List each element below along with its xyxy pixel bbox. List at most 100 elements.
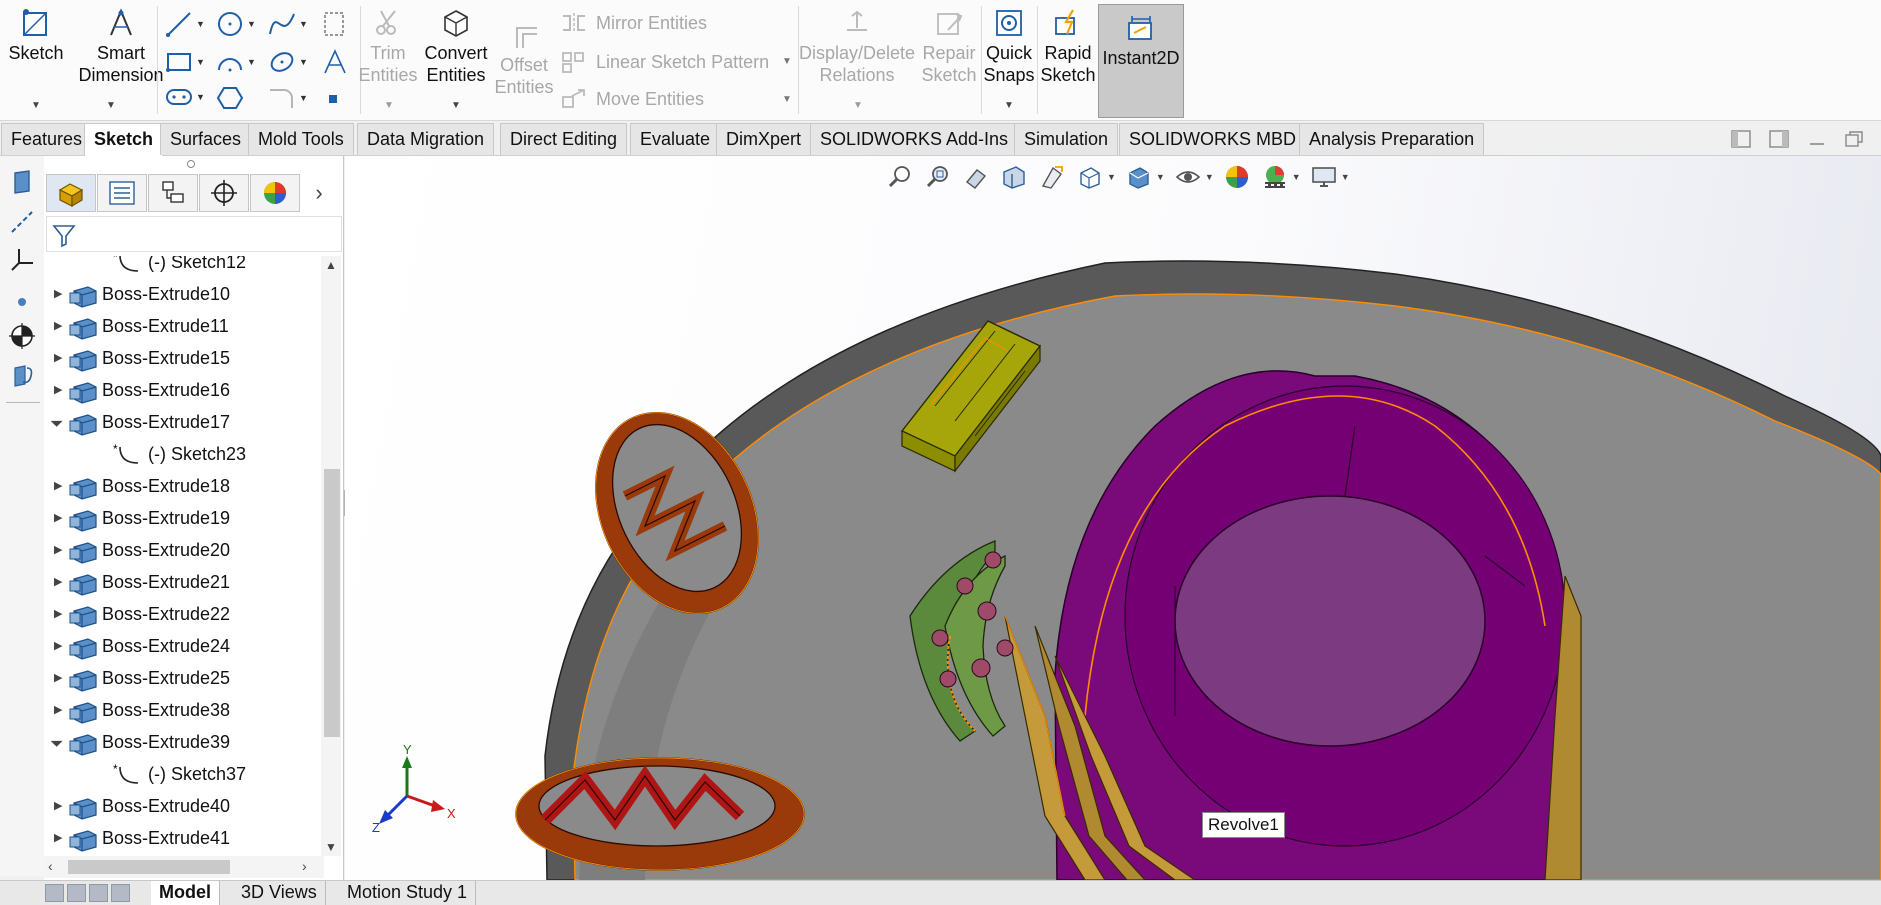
tab-model[interactable]: Model (151, 881, 220, 905)
tile-right-icon[interactable] (1768, 129, 1790, 149)
tab-sketch[interactable]: Sketch (84, 123, 164, 157)
tree-vertical-scrollbar[interactable]: ▲ ▼ (321, 256, 341, 856)
mirror-entities-button[interactable]: Mirror Entities (560, 12, 707, 34)
relations-dropdown-icon[interactable]: ▼ (853, 100, 863, 111)
tab-solidworks-mbd[interactable]: SOLIDWORKS MBD (1119, 123, 1307, 155)
panel-grip-icon[interactable] (187, 160, 195, 168)
rapid-sketch-button[interactable]: Rapid Sketch (1038, 0, 1098, 86)
sketch-chamfer-tool[interactable]: ▼ (268, 86, 308, 110)
tree-feature-item[interactable]: ◢ Boss-Extrude17 (44, 408, 319, 438)
cell-model[interactable]: Y X Z (345, 156, 1881, 880)
collapse-arrow-icon[interactable]: ◢ (50, 734, 67, 751)
polygon-tool[interactable] (216, 86, 244, 110)
plane-icon[interactable] (8, 168, 36, 196)
move-dropdown-icon[interactable]: ▼ (782, 94, 792, 105)
tab-surfaces[interactable]: Surfaces (160, 123, 252, 155)
tree-feature-item[interactable]: ▶ Boss-Extrude16 (44, 376, 319, 406)
expand-arrow-icon[interactable]: ▶ (54, 832, 66, 844)
sketch-button[interactable]: Sketch (4, 0, 68, 64)
trim-entities-button[interactable]: Trim Entities (358, 0, 418, 86)
minimize-icon[interactable] (1806, 129, 1828, 149)
arc-tool[interactable]: ▼ (216, 48, 256, 76)
first-tab-nav-icon[interactable] (45, 884, 64, 902)
tree-feature-item[interactable]: ▶ Boss-Extrude20 (44, 536, 319, 566)
expand-arrow-icon[interactable]: ▶ (54, 576, 66, 588)
tab-simulation[interactable]: Simulation (1014, 123, 1119, 155)
property-manager-tab[interactable] (97, 174, 147, 212)
coordinate-system-icon[interactable] (8, 246, 36, 274)
fillet-dropdown-icon[interactable]: ▼ (299, 93, 308, 103)
expand-arrow-icon[interactable]: ▶ (54, 384, 66, 396)
tree-feature-item[interactable]: ▶ Boss-Extrude11 (44, 312, 319, 342)
scroll-down-icon[interactable]: ▼ (325, 840, 337, 854)
slot-dropdown-icon[interactable]: ▼ (196, 92, 205, 102)
scroll-up-icon[interactable]: ▲ (325, 258, 337, 272)
configuration-manager-tab[interactable] (148, 174, 198, 212)
convert-dropdown-icon[interactable]: ▼ (451, 100, 461, 111)
offset-entities-button[interactable]: Offset Entities (494, 12, 554, 98)
tree-feature-item[interactable]: ▶ Boss-Extrude40 (44, 792, 319, 822)
display-manager-tab[interactable] (250, 174, 300, 212)
tree-feature-item[interactable]: ▶ Boss-Extrude19 (44, 504, 319, 534)
tab-dimxpert[interactable]: DimXpert (716, 123, 812, 155)
axis-icon[interactable] (8, 208, 36, 236)
tab-3d-views[interactable]: 3D Views (233, 881, 326, 905)
vertical-scroll-thumb[interactable] (324, 469, 340, 737)
expand-arrow-icon[interactable]: ▶ (54, 640, 66, 652)
tree-feature-item[interactable]: ▶ Boss-Extrude24 (44, 632, 319, 662)
tab-features[interactable]: Features (1, 123, 93, 155)
tree-feature-item[interactable]: ▶ Boss-Extrude25 (44, 664, 319, 694)
line-dropdown-icon[interactable]: ▼ (196, 19, 205, 29)
expand-arrow-icon[interactable]: ▶ (54, 608, 66, 620)
nucleolus[interactable] (1174, 495, 1486, 747)
tab-motion-study-1[interactable]: Motion Study 1 (339, 881, 477, 905)
expand-arrow-icon[interactable]: ▶ (54, 320, 66, 332)
tab-solidworks-add-ins[interactable]: SOLIDWORKS Add-Ins (810, 123, 1019, 155)
circle-tool[interactable]: ▼ (216, 10, 256, 38)
rectangle-tool[interactable]: ▼ (165, 48, 205, 76)
pattern-dropdown-icon[interactable]: ▼ (782, 56, 792, 67)
sketch-dropdown-icon[interactable]: ▼ (31, 100, 41, 111)
quick-snaps-button[interactable]: Quick Snaps (982, 0, 1036, 86)
instant2d-button[interactable]: Instant2D (1098, 4, 1184, 118)
next-tab-nav-icon[interactable] (89, 884, 108, 902)
quick-snaps-dropdown-icon[interactable]: ▼ (1004, 100, 1014, 111)
scroll-right-icon[interactable]: › (302, 858, 307, 874)
smart-dimension-dropdown-icon[interactable]: ▼ (106, 100, 116, 111)
point-ref-icon[interactable] (8, 288, 36, 316)
trim-dropdown-icon[interactable]: ▼ (384, 100, 394, 111)
filter-icon[interactable] (51, 222, 77, 248)
expand-arrow-icon[interactable]: ▶ (54, 512, 66, 524)
dimxpert-manager-tab[interactable] (199, 174, 249, 212)
tab-analysis-preparation[interactable]: Analysis Preparation (1299, 123, 1485, 155)
repair-sketch-button[interactable]: Repair Sketch (916, 0, 982, 86)
expand-arrow-icon[interactable]: ▶ (54, 800, 66, 812)
previous-tab-nav-icon[interactable] (67, 884, 86, 902)
expand-arrow-icon[interactable]: ▶ (54, 544, 66, 556)
slot-tool[interactable]: ▼ (165, 86, 205, 108)
mitochondrion-lower[interactable] (515, 757, 805, 871)
collapse-arrow-icon[interactable]: ◢ (50, 414, 67, 431)
spline-tool[interactable]: ▼ (268, 10, 308, 38)
tree-feature-item[interactable]: ▶ Boss-Extrude41 (44, 824, 319, 854)
circle-dropdown-icon[interactable]: ▼ (247, 19, 256, 29)
tree-sketch-item[interactable]: * (-) Sketch12 (44, 256, 319, 278)
tree-feature-item[interactable]: ▶ Boss-Extrude18 (44, 472, 319, 502)
tree-feature-item[interactable]: ▶ Boss-Extrude10 (44, 280, 319, 310)
tree-horizontal-scrollbar[interactable]: ‹ › (44, 856, 324, 878)
expand-arrow-icon[interactable]: ▶ (54, 480, 66, 492)
tree-feature-item[interactable]: ▶ Boss-Extrude22 (44, 600, 319, 630)
tab-data-migration[interactable]: Data Migration (357, 123, 495, 155)
tree-filter-bar[interactable] (46, 216, 342, 252)
horizontal-scroll-thumb[interactable] (68, 860, 230, 874)
mate-reference-icon[interactable] (8, 361, 36, 389)
line-tool[interactable]: ▼ (165, 10, 205, 38)
center-of-mass-icon[interactable] (8, 322, 36, 350)
last-tab-nav-icon[interactable] (111, 884, 130, 902)
tree-feature-item[interactable]: ◢ Boss-Extrude39 (44, 728, 319, 758)
scroll-left-icon[interactable]: ‹ (48, 858, 53, 874)
linear-sketch-pattern-button[interactable]: Linear Sketch Pattern (560, 50, 769, 74)
tile-left-icon[interactable] (1730, 129, 1752, 149)
ellipse-tool[interactable]: ▼ (268, 48, 308, 76)
graphics-area[interactable]: ▼ ▼ ▼ ▼ ▼ Y X Z Revolve1 (345, 156, 1881, 880)
